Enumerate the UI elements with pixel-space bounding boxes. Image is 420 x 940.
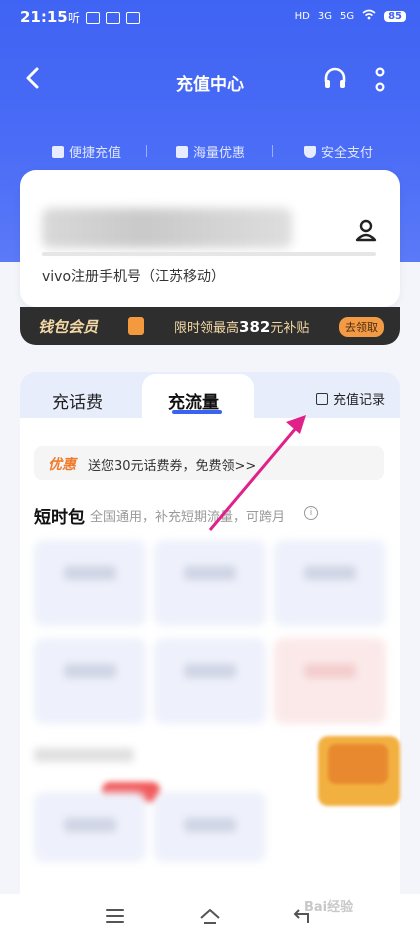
coupon-banner[interactable]: 优惠 送您30元话费券，免费领>> [34,446,384,480]
package-option[interactable] [274,638,386,724]
package-option[interactable] [34,638,146,724]
recharge-records-link[interactable]: 充值记录 [316,389,385,408]
section-title: 短时包 [34,508,85,528]
shield-icon [304,145,316,158]
package-option[interactable] [274,540,386,626]
customer-service-button[interactable] [322,66,348,92]
promo-prefix: 限时领最高 [174,321,240,336]
phone-carrier-note: vivo注册手机号（江苏移动） [42,269,226,285]
nav-bar: 充值中心 [0,56,420,104]
hd-label: HD [294,10,310,22]
watermark: Bai经验 [304,900,354,915]
tab-indicator [172,410,222,414]
ticket-icon [176,145,188,158]
more-vertical-icon [375,67,385,92]
package-option[interactable] [34,792,146,862]
tab-call-credit[interactable]: 充话费 [52,388,103,413]
feature-label: 海量优惠 [193,146,246,161]
notification-ting: 听 [68,11,81,25]
input-underline [42,252,376,256]
phone-icon [52,145,64,158]
status-bar: 21:15 听 HD 3G 5G 85 [0,0,420,34]
package-option[interactable] [154,540,266,626]
app-icon [126,11,141,24]
wifi-icon [362,9,376,23]
feature-label: 便捷充值 [69,146,122,161]
divider [272,145,273,157]
feature-label: 安全支付 [321,146,374,161]
promo-suffix: 元补贴 [270,321,310,336]
divider [146,145,147,157]
phone-input-card: vivo注册手机号（江苏移动） [20,170,400,307]
ai-icon [86,11,101,24]
records-label: 充值记录 [333,393,386,408]
cloud-icon [106,11,121,24]
status-indicators: HD 3G 5G 85 [295,9,406,23]
feature-discounts: 海量优惠 [176,142,245,161]
home-button[interactable] [198,906,220,926]
package-option[interactable] [34,540,146,626]
battery-level: 85 [384,10,406,22]
signal-5g-label: 5G [339,10,355,22]
blurred-section-title [34,748,134,762]
claim-button[interactable]: 去领取 [339,317,384,337]
promo-amount: 382 [239,318,271,336]
more-button[interactable] [370,66,390,94]
coupon-text: 送您30元话费券，免费领>> [88,459,257,474]
wallet-promo: 限时领最高382元补贴 [174,317,309,336]
system-nav-bar [0,894,420,940]
wallet-member-banner[interactable]: 钱包会员 限时领最高382元补贴 去领取 [20,307,400,345]
package-option[interactable] [154,792,266,862]
signal-3g-label: 3G [317,10,332,22]
feature-strip: 便捷充值 海量优惠 安全支付 [0,140,420,162]
home-icon [200,909,220,924]
contact-person-icon [355,219,377,242]
wallet-title: 钱包会员 [38,318,99,336]
menu-button[interactable] [104,906,126,926]
headset-icon [324,67,346,88]
feature-convenient: 便捷充值 [52,142,121,161]
floating-gift-widget[interactable] [318,736,400,806]
status-time: 21:15 [20,8,68,26]
section-subtitle: 全国通用，补充短期流量，可跨月 [90,510,286,525]
contacts-button[interactable] [354,218,378,244]
menu-icon [106,909,124,923]
feature-secure: 安全支付 [304,142,373,161]
records-icon [316,392,328,405]
info-icon[interactable]: i [304,506,318,520]
wallet-badge-icon [128,317,144,335]
page-title: 充值中心 [176,75,244,95]
package-option[interactable] [154,638,266,724]
phone-number-input[interactable] [42,208,292,248]
status-notifications: 听 [68,9,141,26]
coupon-tag: 优惠 [48,457,76,473]
